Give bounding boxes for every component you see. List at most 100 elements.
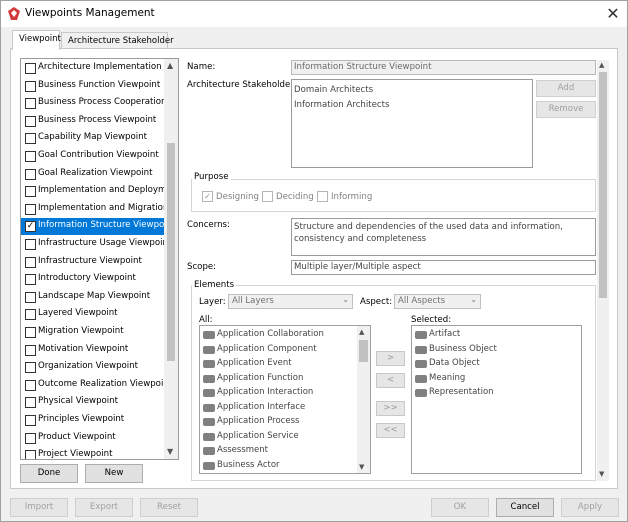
viewpoint-checkbox[interactable] xyxy=(25,80,36,92)
element-item[interactable]: Application Service xyxy=(200,430,357,445)
scroll-up-icon[interactable]: ▲ xyxy=(167,61,173,70)
add-element-button[interactable]: > xyxy=(376,351,405,366)
viewpoint-item[interactable]: Principles Viewpoint xyxy=(21,412,165,429)
form-scroll-thumb[interactable] xyxy=(599,72,607,298)
viewpoint-item[interactable]: Landscape Map Viewpoint xyxy=(21,289,165,306)
viewpoint-item[interactable]: Layered Viewpoint xyxy=(21,306,165,323)
viewpoint-item[interactable]: Capability Map Viewpoint xyxy=(21,130,165,147)
scroll-down-icon[interactable]: ▼ xyxy=(359,463,364,471)
viewpoint-checkbox[interactable] xyxy=(25,309,36,321)
all-elements-scroll-thumb[interactable] xyxy=(359,340,368,362)
element-item[interactable]: Application Event xyxy=(200,357,357,372)
tab-viewpoint[interactable]: Viewpoint xyxy=(12,30,61,50)
aspect-select[interactable]: All Aspects ⌄ xyxy=(394,294,481,309)
ok-button[interactable]: OK xyxy=(431,498,489,517)
stakeholders-list[interactable]: Domain Architects Information Architects xyxy=(291,79,533,168)
viewpoint-list-scroll-thumb[interactable] xyxy=(167,143,175,361)
viewpoint-checkbox[interactable] xyxy=(25,327,36,338)
viewpoint-item[interactable]: Product Viewpoint xyxy=(21,430,165,447)
viewpoint-item[interactable]: Migration Viewpoint xyxy=(21,324,165,341)
element-item[interactable]: Business Object xyxy=(412,343,569,358)
viewpoint-checkbox[interactable] xyxy=(25,274,36,286)
viewpoint-item[interactable]: Implementation and Migration Viewpoint xyxy=(21,201,165,218)
viewpoint-item[interactable]: Architecture Implementation and Migratio… xyxy=(21,60,165,77)
viewpoint-checkbox[interactable] xyxy=(25,344,36,356)
viewpoint-item[interactable]: Implementation and Deployment Viewpoint xyxy=(21,183,165,200)
viewpoint-checkbox[interactable] xyxy=(25,63,36,74)
viewpoint-checkbox[interactable] xyxy=(25,203,36,215)
viewpoint-checkbox[interactable]: ✓ xyxy=(25,221,36,233)
viewpoint-checkbox[interactable] xyxy=(25,133,36,145)
element-item[interactable]: Assessment xyxy=(200,444,357,459)
stakeholder-item[interactable]: Domain Architects xyxy=(294,85,530,95)
viewpoint-item[interactable]: Motivation Viewpoint xyxy=(21,342,165,359)
name-field[interactable]: Information Structure Viewpoint xyxy=(291,60,596,75)
informing-checkbox[interactable] xyxy=(317,191,328,202)
reset-button[interactable]: Reset xyxy=(140,498,198,517)
import-button[interactable]: Import xyxy=(10,498,68,517)
element-item[interactable]: Application Interface xyxy=(200,401,357,416)
tab-architecture-stakeholder[interactable]: Architecture Stakeholder xyxy=(61,32,174,49)
deciding-checkbox[interactable] xyxy=(262,191,273,202)
element-item[interactable]: Representation xyxy=(412,386,569,401)
remove-element-button[interactable]: < xyxy=(376,373,405,388)
element-item[interactable]: Application Collaboration xyxy=(200,328,357,343)
viewpoint-item[interactable]: Introductory Viewpoint xyxy=(21,271,165,288)
viewpoint-item[interactable]: Organization Viewpoint xyxy=(21,359,165,376)
remove-all-elements-button[interactable]: << xyxy=(376,423,405,438)
scope-field[interactable]: Multiple layer/Multiple aspect xyxy=(291,260,596,275)
all-elements-list[interactable]: Application Collaboration Application Com… xyxy=(199,325,371,474)
viewpoint-item[interactable]: Physical Viewpoint xyxy=(21,394,165,411)
cancel-button[interactable]: Cancel xyxy=(496,498,554,517)
done-button[interactable]: Done xyxy=(20,464,78,483)
viewpoint-checkbox[interactable] xyxy=(25,151,36,162)
remove-stakeholder-button[interactable]: Remove xyxy=(536,101,596,118)
element-item[interactable]: Application Function xyxy=(200,372,357,387)
viewpoint-item[interactable]: ✓ Information Structure Viewpoint xyxy=(21,218,165,236)
viewpoint-item[interactable]: Outcome Realization Viewpoint xyxy=(21,377,165,394)
viewpoint-checkbox[interactable] xyxy=(25,186,36,198)
export-button[interactable]: Export xyxy=(75,498,133,517)
element-item[interactable]: Business Actor xyxy=(200,459,357,474)
scroll-down-icon[interactable]: ▼ xyxy=(599,470,604,478)
viewpoint-item[interactable]: Infrastructure Viewpoint xyxy=(21,254,165,271)
add-stakeholder-button[interactable]: Add xyxy=(536,80,596,97)
viewpoint-checkbox[interactable] xyxy=(25,256,36,268)
viewpoint-checkbox[interactable] xyxy=(25,379,36,391)
viewpoint-checkbox[interactable] xyxy=(25,115,36,127)
all-elements-scrollbar[interactable]: ▲ ▼ xyxy=(357,326,370,473)
viewpoint-checkbox[interactable] xyxy=(25,415,36,426)
add-all-elements-button[interactable]: >> xyxy=(376,401,405,416)
element-item[interactable]: Meaning xyxy=(412,372,569,387)
viewpoint-list[interactable]: Architecture Implementation and Migratio… xyxy=(20,58,179,460)
viewpoint-item[interactable]: Business Function Viewpoint xyxy=(21,78,165,95)
element-item[interactable]: Application Process xyxy=(200,415,357,430)
viewpoint-checkbox[interactable] xyxy=(25,168,36,180)
scroll-up-icon[interactable]: ▲ xyxy=(599,61,604,69)
viewpoint-item[interactable]: Project Viewpoint xyxy=(21,447,165,459)
element-item[interactable]: Application Interaction xyxy=(200,386,357,401)
viewpoint-list-scrollbar[interactable]: ▲ ▼ xyxy=(164,59,178,459)
element-item[interactable]: Data Object xyxy=(412,357,569,372)
viewpoint-checkbox[interactable] xyxy=(25,98,36,110)
viewpoint-item[interactable]: Goal Contribution Viewpoint xyxy=(21,148,165,165)
layer-select[interactable]: All Layers ⌄ xyxy=(228,294,353,309)
viewpoint-item[interactable]: Infrastructure Usage Viewpoint xyxy=(21,236,165,253)
concerns-field[interactable]: Structure and dependencies of the used d… xyxy=(291,218,596,256)
element-item[interactable]: Artifact xyxy=(412,328,569,343)
designing-checkbox[interactable]: ✓ xyxy=(202,191,213,202)
viewpoint-checkbox[interactable] xyxy=(25,397,36,409)
form-scrollbar[interactable]: ▲ ▼ xyxy=(597,60,609,481)
viewpoint-checkbox[interactable] xyxy=(25,450,36,459)
scroll-down-icon[interactable]: ▼ xyxy=(167,447,173,456)
viewpoint-item[interactable]: Goal Realization Viewpoint xyxy=(21,166,165,183)
viewpoint-checkbox[interactable] xyxy=(25,362,36,374)
selected-elements-list[interactable]: Artifact Business Object Data Object Meanin… xyxy=(411,325,582,474)
viewpoint-item[interactable]: Business Process Cooperation Viewpoint xyxy=(21,95,165,112)
viewpoint-checkbox[interactable] xyxy=(25,432,36,444)
apply-button[interactable]: Apply xyxy=(561,498,619,517)
close-icon[interactable]: ✕ xyxy=(601,3,625,25)
viewpoint-checkbox[interactable] xyxy=(25,291,36,303)
stakeholder-item[interactable]: Information Architects xyxy=(294,100,530,110)
viewpoint-checkbox[interactable] xyxy=(25,239,36,250)
